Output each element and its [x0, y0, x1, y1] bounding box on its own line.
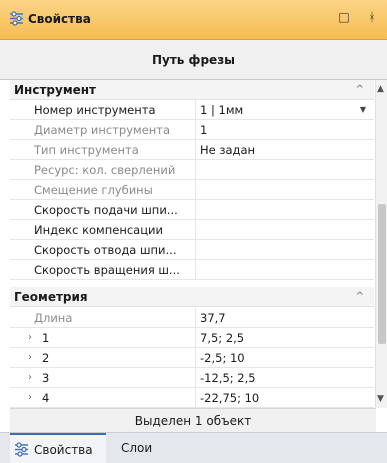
properties-icon: [10, 11, 23, 26]
properties-icon: [15, 442, 28, 457]
tab-label: Свойства: [34, 443, 93, 457]
property-name: Диаметр инструмента: [10, 120, 196, 140]
panel-title: Свойства: [28, 12, 91, 26]
pin-icon[interactable]: ᚼ: [363, 10, 381, 24]
property-value-input[interactable]: -2,5; 10: [197, 348, 374, 368]
property-row-feed-speed[interactable]: Скорость подачи шпи...: [10, 200, 374, 220]
property-row-tool-diameter[interactable]: Диаметр инструмента 1: [10, 120, 374, 140]
property-value-input[interactable]: -12,5; 2,5: [197, 368, 374, 388]
category-geometry[interactable]: Геометрия ^: [10, 287, 374, 307]
property-value: 1: [200, 123, 208, 137]
property-name: Смещение глубины: [10, 180, 196, 200]
property-row-point-4[interactable]: › 4 -22,75; 10: [10, 388, 374, 408]
property-name: Скорость подачи шпи...: [10, 200, 196, 220]
scroll-down-icon[interactable]: ▼: [377, 394, 384, 404]
property-value: 37,7: [200, 311, 226, 325]
property-value-input[interactable]: [197, 240, 374, 260]
category-label: Инструмент: [14, 83, 97, 97]
object-type-header: Путь фрезы: [0, 40, 387, 80]
maximize-icon[interactable]: □: [335, 10, 353, 24]
property-name: Ресурс: кол. сверлений: [10, 160, 196, 180]
property-value-input[interactable]: 7,5; 2,5: [197, 328, 374, 348]
property-name: Скорость вращения ш...: [10, 260, 196, 280]
property-row-point-1[interactable]: › 1 7,5; 2,5: [10, 328, 374, 348]
tab-label: Слои: [121, 441, 153, 455]
property-name: Скорость отвода шпи...: [10, 240, 196, 260]
chevron-up-icon[interactable]: ^: [356, 287, 364, 307]
dropdown-arrow-icon[interactable]: ▼: [360, 100, 366, 120]
property-value: [197, 180, 374, 200]
scrollbar-thumb[interactable]: [378, 204, 386, 344]
property-row-spindle-speed[interactable]: Скорость вращения ш...: [10, 260, 374, 280]
property-row-point-2[interactable]: › 2 -2,5; 10: [10, 348, 374, 368]
property-row-retract-speed[interactable]: Скорость отвода шпи...: [10, 240, 374, 260]
selection-status: Выделен 1 объект: [10, 408, 376, 432]
property-name: Длина: [10, 308, 196, 328]
property-row-tool-type[interactable]: Тип инструмента Не задан: [10, 140, 374, 160]
property-row-depth-offset[interactable]: Смещение глубины: [10, 180, 374, 200]
property-name: 4: [10, 388, 196, 408]
property-name: 1: [10, 328, 196, 348]
property-value-input[interactable]: -22,75; 10: [197, 388, 374, 408]
chevron-up-icon[interactable]: ^: [356, 80, 364, 100]
property-row-compensation-index[interactable]: Индекс компенсации: [10, 220, 374, 240]
property-row-drill-resource[interactable]: Ресурс: кол. сверлений: [10, 160, 374, 180]
scroll-up-icon[interactable]: ▲: [377, 84, 384, 94]
property-grid: Инструмент ^ Номер инструмента 1 | 1мм ▼…: [10, 80, 374, 408]
property-name: Номер инструмента: [10, 100, 196, 120]
property-value: [197, 160, 374, 180]
property-name: Тип инструмента: [10, 140, 196, 160]
property-value-input[interactable]: [197, 260, 374, 280]
category-label: Геометрия: [14, 290, 88, 304]
property-row-tool-number[interactable]: Номер инструмента 1 | 1мм ▼: [10, 100, 374, 120]
property-name: 3: [10, 368, 196, 388]
property-value-input[interactable]: 1 | 1мм: [197, 100, 374, 120]
vertical-scrollbar[interactable]: ▲ ▼: [375, 80, 387, 408]
tab-layers[interactable]: Слои: [121, 433, 152, 463]
panel-tabs: Свойства Слои: [0, 432, 387, 463]
property-value: Не задан: [200, 143, 256, 157]
panel-titlebar: Свойства □ ᚼ: [0, 0, 387, 40]
property-name: 2: [10, 348, 196, 368]
property-row-length[interactable]: Длина 37,7: [10, 308, 374, 328]
property-row-point-3[interactable]: › 3 -12,5; 2,5: [10, 368, 374, 388]
property-value-input[interactable]: [197, 220, 374, 240]
property-value-input[interactable]: [197, 200, 374, 220]
category-tool[interactable]: Инструмент ^: [10, 80, 374, 100]
property-name: Индекс компенсации: [10, 220, 196, 240]
tab-properties[interactable]: Свойства: [10, 433, 106, 463]
